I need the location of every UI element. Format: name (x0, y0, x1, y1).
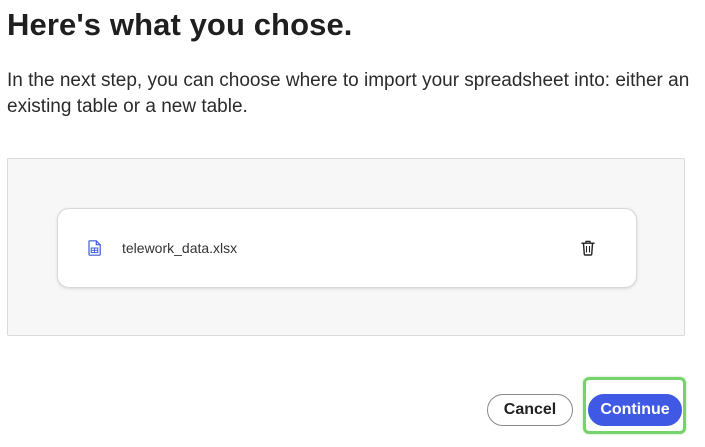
delete-file-button[interactable] (578, 238, 598, 258)
selected-files-panel: telework_data.xlsx (7, 158, 685, 336)
continue-button[interactable]: Continue (588, 394, 682, 426)
file-card: telework_data.xlsx (57, 208, 637, 288)
page-title: Here's what you chose. (7, 7, 353, 42)
cancel-button[interactable]: Cancel (487, 394, 573, 426)
import-confirmation-page: Here's what you chose. In the next step,… (0, 0, 705, 447)
file-name: telework_data.xlsx (122, 240, 238, 256)
trash-icon (581, 240, 595, 256)
spreadsheet-file-icon (88, 240, 101, 256)
page-description: In the next step, you can choose where t… (7, 70, 690, 117)
